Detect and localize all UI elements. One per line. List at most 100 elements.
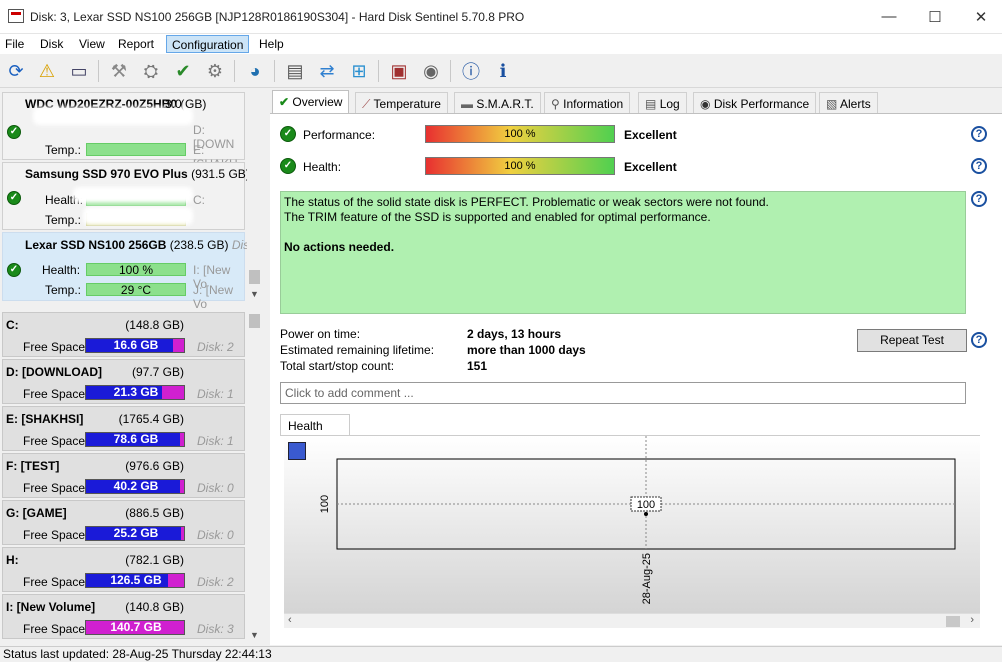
volume-list-scrollbar[interactable]: ▼ <box>247 312 262 645</box>
volume-name: G: [GAME] <box>6 506 67 520</box>
maximize-button[interactable]: ☐ <box>912 0 958 33</box>
status-line: No actions needed. <box>284 240 395 254</box>
startstop-value: 151 <box>467 359 488 373</box>
tab-label: S.M.A.R.T. <box>476 97 534 111</box>
volume-entry[interactable]: F: [TEST] (976.6 GB) Free Space 40.2 GB Disk… <box>2 453 245 498</box>
startstop-label: Total start/stop count: <box>280 359 395 373</box>
free-space-bar: 16.6 GB <box>85 338 185 353</box>
free-space-bar: 25.2 GB <box>85 526 185 541</box>
refresh-icon[interactable]: ⟳ <box>3 58 29 84</box>
test-check-icon[interactable]: ✔ <box>170 58 196 84</box>
status-line: The TRIM feature of the SSD is supported… <box>284 210 711 224</box>
health-chart: 100 28-Aug-25 100 <box>284 436 980 614</box>
volume-size: (886.5 GB) <box>125 506 184 520</box>
volume-disk: Disk: 3 <box>197 622 234 636</box>
speaker-icon[interactable]: ◉ <box>418 58 444 84</box>
disk-list-scrollbar[interactable]: ▼ <box>247 92 262 304</box>
monitor-icon[interactable]: ▣ <box>386 58 412 84</box>
volume-entry[interactable]: H: (782.1 GB) Free Space 126.5 GB Disk: 2 <box>2 547 245 592</box>
temp-bar <box>86 143 186 156</box>
free-space-value: 25.2 GB <box>113 526 159 540</box>
scroll-right-icon[interactable]: › <box>970 614 974 626</box>
wrench-icon[interactable]: ⚙ <box>202 58 228 84</box>
tab-health-chart[interactable]: Health (%) <box>280 414 350 447</box>
temp-label: Temp.: <box>45 213 82 227</box>
app-icon <box>8 9 24 23</box>
help-icon[interactable]: ⓘ <box>458 58 484 84</box>
help-icon[interactable]: ? <box>971 332 987 348</box>
info-icon[interactable]: ℹ <box>490 58 516 84</box>
help-icon[interactable]: ? <box>971 158 987 174</box>
toolbar-separator <box>450 60 451 82</box>
overview-panel: ✓ Performance: 100 % Excellent ? ✓ Healt… <box>270 113 1002 645</box>
tab-overview[interactable]: ✔ Overview <box>272 90 350 114</box>
test-icon[interactable]: ⛭ <box>138 58 164 84</box>
alert-icon[interactable]: ⚠ <box>34 58 60 84</box>
data-point <box>644 512 648 516</box>
status-ok-icon: ✓ <box>7 125 21 139</box>
health-bar: 100 % <box>425 157 615 175</box>
tab-disk-performance[interactable]: ◉ Disk Performance <box>693 92 817 114</box>
chart-scrollbar[interactable]: ‹ › <box>284 613 980 628</box>
disk-entry[interactable]: Samsung SSD 970 EVO Plus (931.5 GB) ✓ He… <box>2 162 250 230</box>
volume-disk: Disk: 0 <box>197 481 234 495</box>
menu-configuration[interactable]: Configuration <box>166 35 250 53</box>
drive-icon: ▬ <box>461 97 473 111</box>
menu-help[interactable]: Help <box>254 35 289 53</box>
drive-icon[interactable]: ▭ <box>66 58 92 84</box>
minimize-button[interactable]: — <box>866 0 912 33</box>
volume-entry[interactable]: I: [New Volume] (140.8 GB) Free Space 140.7… <box>2 594 245 639</box>
document-icon[interactable]: ▤ <box>282 58 308 84</box>
tab-information[interactable]: ⚲ Information <box>544 92 631 114</box>
temp-bar: 29 °C <box>86 283 186 296</box>
free-space-bar: 140.7 GB <box>85 620 185 635</box>
help-icon[interactable]: ? <box>971 126 987 142</box>
disk-entry-selected[interactable]: Lexar SSD NS100 256GB (238.5 GB) Disk ✓ … <box>2 232 255 311</box>
volume-entry[interactable]: C: (148.8 GB) Free Space 16.6 GB Disk: 2 <box>2 312 245 357</box>
tab-alerts[interactable]: ▧ Alerts <box>819 92 878 114</box>
wrench-gray-icon[interactable]: ⚒ <box>106 58 132 84</box>
network-icon[interactable]: ⊞ <box>346 58 372 84</box>
menu-view[interactable]: View <box>74 35 110 53</box>
menu-disk[interactable]: Disk <box>35 35 68 53</box>
check-icon: ✔ <box>279 95 290 109</box>
volume-entry[interactable]: G: [GAME] (886.5 GB) Free Space 25.2 GB Disk… <box>2 500 245 545</box>
health-label: Health: <box>42 263 81 277</box>
tab-temperature[interactable]: ⟋ Temperature <box>355 92 448 114</box>
sync-icon[interactable]: ⇄ <box>314 58 340 84</box>
volume-entry[interactable]: D: [DOWNLOAD] (97.7 GB) Free Space 21.3 GB D… <box>2 359 245 404</box>
volume-list: C: (148.8 GB) Free Space 16.6 GB Disk: 2 D: [… <box>0 312 264 645</box>
scroll-left-icon[interactable]: ‹ <box>288 614 292 626</box>
gauge-icon: ◉ <box>700 97 711 111</box>
scrollbar-thumb[interactable] <box>249 314 260 328</box>
tab-log[interactable]: ▤ Log <box>638 92 687 114</box>
volume-name: E: [SHAKHSI] <box>6 412 84 426</box>
volume-disk: Disk: 0 <box>197 528 234 542</box>
y-tick-label: 100 <box>319 495 331 513</box>
volume-size: (1765.4 GB) <box>118 412 184 426</box>
performance-ok-icon: ✓ <box>280 126 296 142</box>
temp-label: Temp.: <box>45 143 82 157</box>
volume-entry[interactable]: E: [SHAKHSI] (1765.4 GB) Free Space 78.6 GB… <box>2 406 245 451</box>
repeat-test-button[interactable]: Repeat Test <box>857 329 967 352</box>
disk-entry[interactable]: WDC WD20EZRZ-00Z5HB0 ( 3.0 GB) ✓ D: [DOW… <box>2 92 245 171</box>
free-space-bar: 21.3 GB <box>85 385 185 400</box>
status-ok-icon: ✓ <box>7 263 21 277</box>
free-space-value: 40.2 GB <box>113 479 159 493</box>
tab-smart[interactable]: ▬ S.M.A.R.T. <box>454 92 541 114</box>
volume-name: I: [New Volume] <box>6 600 96 614</box>
tab-label: Temperature <box>373 97 441 111</box>
status-line: The status of the solid state disk is PE… <box>284 195 769 209</box>
scrollbar-thumb[interactable] <box>249 270 260 284</box>
scroll-down-icon[interactable]: ▼ <box>250 289 259 299</box>
comment-input[interactable]: Click to add comment ... <box>280 382 966 404</box>
menu-file[interactable]: File <box>0 35 29 53</box>
scroll-down-icon[interactable]: ▼ <box>250 630 259 640</box>
menu-report[interactable]: Report <box>113 35 159 53</box>
scrollbar-thumb[interactable] <box>946 616 960 627</box>
help-icon[interactable]: ? <box>971 191 987 207</box>
power-on-value: 2 days, 13 hours <box>467 327 562 341</box>
free-space-label: Free Space <box>23 622 86 636</box>
close-button[interactable]: ✕ <box>958 0 1002 33</box>
globe-icon[interactable]: ◕ <box>242 58 268 84</box>
